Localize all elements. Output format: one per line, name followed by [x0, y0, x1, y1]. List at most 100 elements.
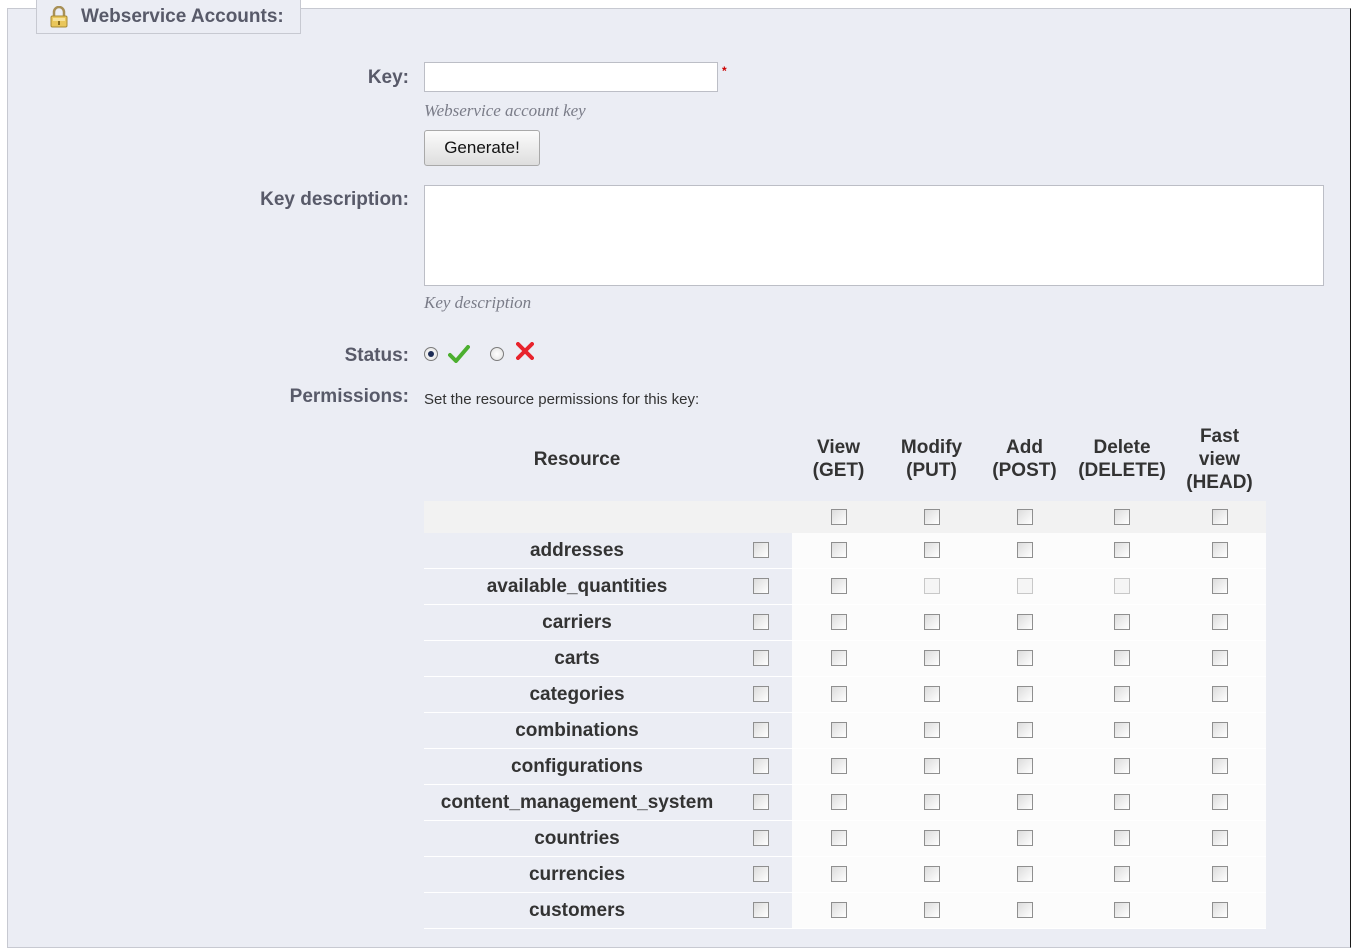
delete-permission-checkbox[interactable] [1114, 542, 1130, 559]
select-row-checkbox[interactable] [753, 578, 769, 595]
add-permission-checkbox[interactable] [1016, 758, 1033, 775]
head-permission-checkbox[interactable] [1211, 722, 1228, 739]
delete-permission-checkbox[interactable] [1114, 650, 1130, 667]
delete-header: Delete (DELETE) [1071, 417, 1173, 501]
delete-permission-checkbox [1114, 578, 1130, 595]
select-all-delete-checkbox[interactable] [1114, 508, 1130, 525]
select-row-checkbox[interactable] [753, 722, 769, 739]
select-row-checkbox[interactable] [753, 650, 769, 667]
resource-name: carts [424, 640, 730, 677]
table-row: currencies [424, 856, 1266, 893]
delete-permission-checkbox[interactable] [1114, 722, 1130, 739]
head-header: Fast view (HEAD) [1173, 417, 1266, 501]
key-description-hint: Key description [424, 293, 532, 312]
select-row-checkbox[interactable] [753, 866, 769, 883]
view-permission-checkbox[interactable] [830, 686, 847, 703]
add-permission-checkbox[interactable] [1016, 902, 1033, 919]
view-permission-checkbox[interactable] [830, 614, 847, 631]
select-all-add-checkbox[interactable] [1016, 508, 1033, 525]
view-permission-checkbox[interactable] [830, 794, 847, 811]
table-row: combinations [424, 712, 1266, 749]
select-row-checkbox[interactable] [753, 902, 769, 919]
head-permission-checkbox[interactable] [1211, 650, 1228, 667]
resource-header: Resource [424, 417, 730, 501]
check-icon [448, 345, 470, 363]
view-permission-checkbox[interactable] [830, 902, 847, 919]
head-permission-checkbox[interactable] [1211, 686, 1228, 703]
head-permission-checkbox[interactable] [1211, 866, 1228, 883]
head-permission-checkbox[interactable] [1211, 794, 1228, 811]
modify-permission-checkbox[interactable] [923, 686, 940, 703]
delete-permission-checkbox[interactable] [1114, 830, 1130, 847]
delete-permission-checkbox[interactable] [1114, 866, 1130, 883]
modify-permission-checkbox[interactable] [923, 866, 940, 883]
add-permission-checkbox[interactable] [1016, 686, 1033, 703]
key-description-textarea[interactable] [424, 185, 1324, 286]
modify-permission-checkbox[interactable] [923, 902, 940, 919]
select-all-modify-checkbox[interactable] [923, 508, 940, 525]
status-group [424, 341, 534, 367]
view-permission-checkbox[interactable] [830, 722, 847, 739]
modify-permission-checkbox[interactable] [923, 794, 940, 811]
key-input[interactable] [424, 62, 718, 92]
modify-permission-checkbox[interactable] [923, 650, 940, 667]
head-permission-checkbox[interactable] [1211, 902, 1228, 919]
modify-header: Modify (PUT) [885, 417, 978, 501]
modify-permission-checkbox[interactable] [923, 542, 940, 559]
add-permission-checkbox[interactable] [1016, 614, 1033, 631]
head-permission-checkbox[interactable] [1211, 614, 1228, 631]
view-permission-checkbox[interactable] [830, 758, 847, 775]
resource-name: categories [424, 676, 730, 713]
delete-permission-checkbox[interactable] [1114, 686, 1130, 703]
select-all-head-checkbox[interactable] [1211, 508, 1228, 525]
add-permission-checkbox[interactable] [1016, 866, 1033, 883]
add-permission-checkbox[interactable] [1016, 722, 1033, 739]
modify-permission-checkbox[interactable] [923, 830, 940, 847]
status-enabled-radio[interactable] [424, 347, 438, 361]
delete-permission-checkbox[interactable] [1114, 614, 1130, 631]
head-permission-checkbox[interactable] [1211, 578, 1228, 595]
add-permission-checkbox[interactable] [1016, 830, 1033, 847]
add-header: Add (POST) [978, 417, 1071, 501]
modify-permission-checkbox[interactable] [923, 722, 940, 739]
status-disabled-radio[interactable] [490, 347, 504, 361]
view-permission-checkbox[interactable] [830, 578, 847, 595]
select-row-checkbox[interactable] [753, 794, 769, 811]
resource-name: addresses [424, 533, 730, 569]
permissions-hint: Set the resource permissions for this ke… [424, 391, 700, 408]
table-row: content_management_system [424, 784, 1266, 821]
view-permission-checkbox[interactable] [830, 830, 847, 847]
head-permission-checkbox[interactable] [1211, 758, 1228, 775]
fieldset-legend: Webservice Accounts: [36, 0, 301, 34]
modify-permission-checkbox [923, 578, 940, 595]
view-permission-checkbox[interactable] [830, 866, 847, 883]
delete-permission-checkbox[interactable] [1114, 794, 1130, 811]
generate-button[interactable]: Generate! [424, 130, 540, 166]
modify-permission-checkbox[interactable] [923, 614, 940, 631]
column-select-row [424, 501, 1266, 533]
resource-name: carriers [424, 604, 730, 641]
select-row-checkbox[interactable] [753, 758, 769, 775]
view-permission-checkbox[interactable] [830, 650, 847, 667]
resource-name: customers [424, 892, 730, 929]
add-permission-checkbox[interactable] [1016, 542, 1033, 559]
select-row-checkbox[interactable] [753, 686, 769, 703]
modify-permission-checkbox[interactable] [923, 758, 940, 775]
status-label: Status: [344, 345, 409, 366]
add-permission-checkbox[interactable] [1016, 794, 1033, 811]
legend-title: Webservice Accounts: [81, 5, 284, 27]
view-permission-checkbox[interactable] [830, 542, 847, 559]
add-permission-checkbox[interactable] [1016, 650, 1033, 667]
cross-icon [516, 342, 534, 360]
select-row-checkbox[interactable] [753, 830, 769, 847]
head-permission-checkbox[interactable] [1211, 542, 1228, 559]
head-permission-checkbox[interactable] [1211, 830, 1228, 847]
resource-name: configurations [424, 748, 730, 785]
select-all-view-checkbox[interactable] [830, 508, 847, 525]
delete-permission-checkbox[interactable] [1114, 902, 1130, 919]
select-row-checkbox[interactable] [753, 614, 769, 631]
select-row-checkbox[interactable] [753, 542, 769, 559]
add-permission-checkbox [1016, 578, 1033, 595]
delete-permission-checkbox[interactable] [1114, 758, 1130, 775]
table-row: customers [424, 892, 1266, 929]
